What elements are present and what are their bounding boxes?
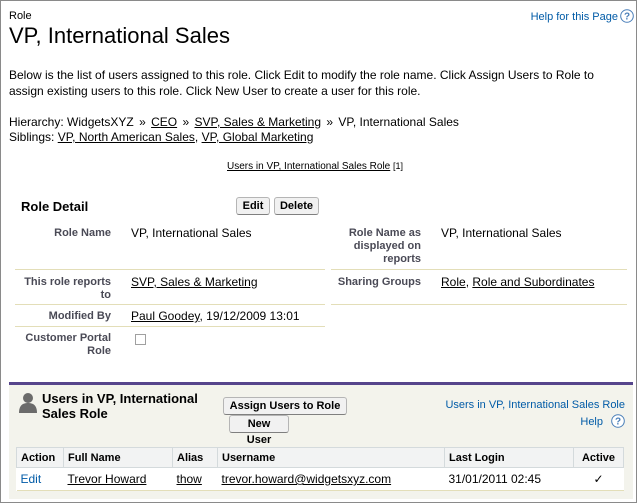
role-name-label: Role Name (54, 227, 111, 239)
col-active[interactable]: Active (573, 447, 624, 468)
page-title: VP, International Sales (9, 23, 230, 48)
sibling-link-na-sales[interactable]: VP, North American Sales (58, 130, 195, 144)
sibling-comma: , (194, 130, 202, 144)
help-icon[interactable]: ? (611, 414, 625, 428)
breadcrumb: Hierarchy: WidgetsXYZ » CEO » SVP, Sales… (9, 115, 459, 145)
role-name-value: VP, International Sales (131, 226, 252, 240)
edit-button[interactable]: Edit (236, 197, 270, 215)
sharing-role-link[interactable]: Role (441, 275, 466, 289)
col-alias[interactable]: Alias (172, 447, 218, 468)
hierarchy-row: Hierarchy: WidgetsXYZ » CEO » SVP, Sales… (9, 115, 459, 130)
assign-users-button[interactable]: Assign Users to Role (223, 397, 347, 415)
customer-portal-label: Customer Portal Role (25, 332, 111, 357)
hierarchy-link-svp-sales[interactable]: SVP, Sales & Marketing (194, 115, 321, 129)
modified-by-user-link[interactable]: Paul Goodey (131, 309, 200, 323)
help-link[interactable]: Help (580, 416, 603, 428)
hierarchy-root: WidgetsXYZ (67, 115, 134, 129)
users-list-title: Users in VP, International Sales Role (42, 391, 198, 421)
col-full-name[interactable]: Full Name (63, 447, 173, 468)
delete-button[interactable]: Delete (274, 197, 319, 215)
help-for-page-link[interactable]: Help for this Page (531, 11, 618, 23)
users-related-list-link[interactable]: Users in VP, International Sales Role (227, 161, 390, 172)
help-icon[interactable]: ? (620, 9, 634, 23)
display-name-value: VP, International Sales (441, 226, 562, 240)
siblings-row: Siblings: VP, North American Sales, VP, … (9, 130, 459, 145)
users-related-list-hover-link[interactable]: Users in VP, International Sales Role [1… (227, 161, 403, 172)
users-count: [1] (393, 161, 404, 171)
siblings-label: Siblings: (9, 130, 55, 144)
row-divider (15, 269, 325, 270)
users-list-help-link[interactable]: Users in VP, International Sales Role (445, 399, 625, 411)
customer-portal-checkbox (135, 334, 146, 345)
row-last-login: 31/01/2011 02:45 (444, 467, 574, 491)
col-action: Action (16, 447, 64, 468)
table-row: Edit Trevor Howard thow trevor.howard@wi… (16, 467, 624, 491)
sibling-link-global-marketing[interactable]: VP, Global Marketing (202, 130, 314, 144)
role-detail-title: Role Detail (21, 199, 89, 214)
page-description: Below is the list of users assigned to t… (9, 68, 594, 98)
modified-by-label: Modified By (48, 310, 111, 322)
hierarchy-current: VP, International Sales (338, 115, 459, 129)
row-divider (331, 269, 627, 270)
new-user-button[interactable]: New User (229, 415, 289, 446)
hierarchy-link-ceo[interactable]: CEO (151, 115, 177, 129)
row-username-link[interactable]: trevor.howard@widgetsxyz.com (217, 467, 445, 491)
page-frame: Role VP, International Sales Help for th… (0, 0, 637, 503)
row-alias-link[interactable]: thow (172, 467, 218, 491)
page-eyebrow: Role (9, 10, 32, 22)
sharing-role-subordinates-link[interactable]: Role and Subordinates (472, 275, 594, 289)
user-icon (19, 393, 37, 413)
reports-to-link[interactable]: SVP, Sales & Marketing (131, 275, 258, 289)
row-active-checkmark-icon: ✓ (573, 467, 624, 491)
row-divider (15, 304, 325, 305)
row-divider (15, 326, 325, 327)
users-related-list: Users in VP, International Sales Role As… (9, 382, 633, 499)
row-divider (331, 304, 627, 305)
modified-date: , 19/12/2009 13:01 (199, 309, 300, 323)
svg-text:?: ? (615, 417, 621, 428)
sharing-groups-label: Sharing Groups (337, 276, 421, 288)
col-username[interactable]: Username (217, 447, 445, 468)
svg-text:?: ? (624, 12, 630, 23)
reports-to-label: This role reports to (24, 276, 111, 301)
breadcrumb-separator: » (139, 115, 146, 129)
users-table: Action Full Name Alias Username Last Log… (16, 447, 624, 491)
modified-by-value: Paul Goodey, 19/12/2009 13:01 (131, 309, 300, 323)
col-last-login[interactable]: Last Login (444, 447, 574, 468)
breadcrumb-separator: » (182, 115, 190, 129)
row-edit-link[interactable]: Edit (16, 467, 64, 491)
hierarchy-label: Hierarchy: (9, 115, 64, 129)
sharing-groups-value: Role, Role and Subordinates (441, 275, 594, 289)
breadcrumb-separator: » (326, 115, 334, 129)
display-name-label: Role Name as displayed on reports (348, 227, 421, 265)
table-header-row: Action Full Name Alias Username Last Log… (16, 447, 624, 468)
row-full-name-link[interactable]: Trevor Howard (63, 467, 173, 491)
